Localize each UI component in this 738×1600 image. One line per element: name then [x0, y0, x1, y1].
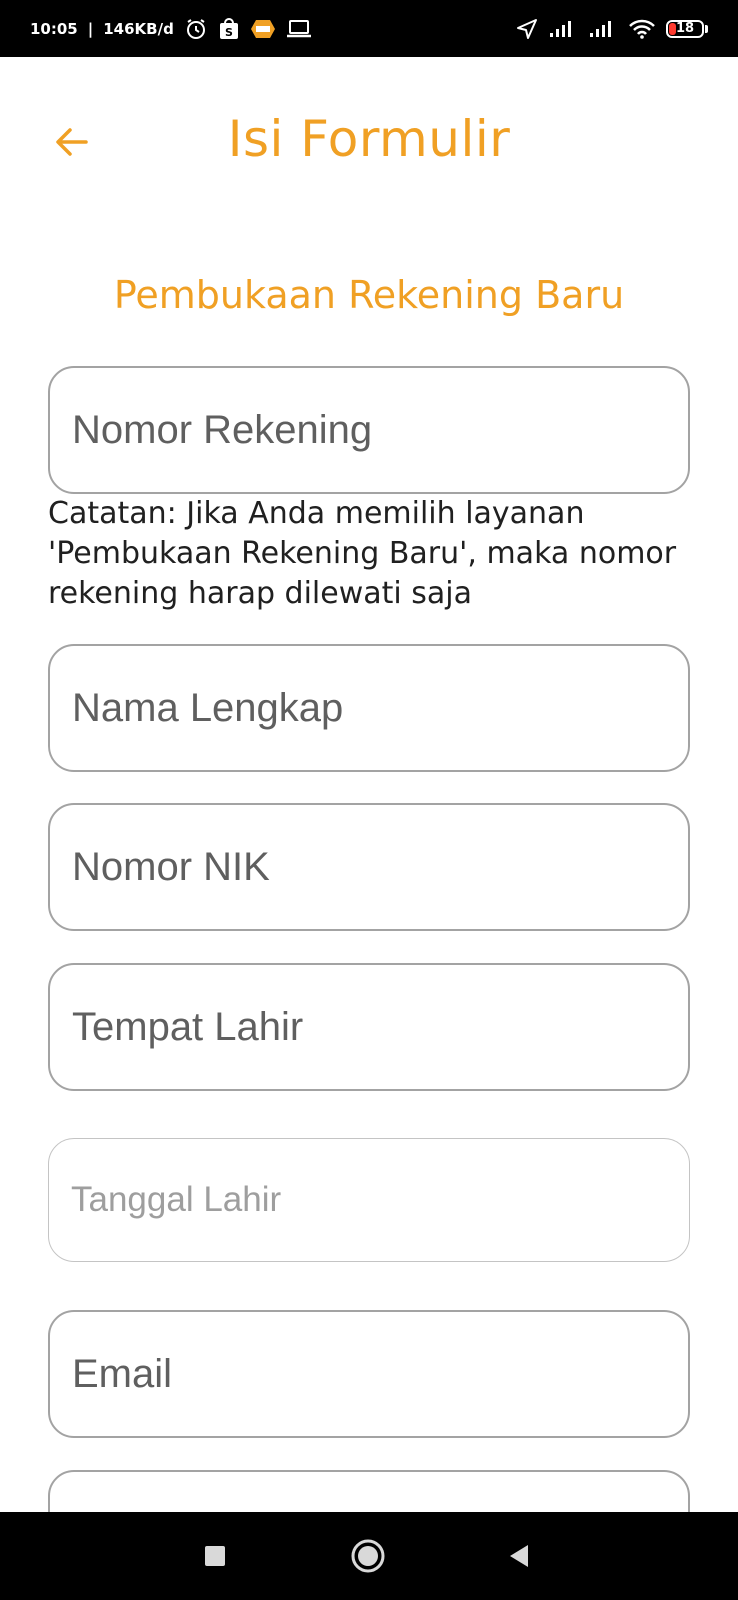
battery-icon: 18 [666, 19, 708, 39]
battery-fill [669, 22, 676, 35]
navigation-bar [0, 1512, 738, 1600]
recents-square-icon [205, 1546, 225, 1566]
full-name-label: Nama Lengkap [72, 685, 344, 730]
scroll-clip [0, 1460, 738, 1512]
home-button[interactable] [346, 1534, 390, 1578]
status-net-speed: 146KB/d [103, 19, 174, 38]
back-triangle-icon [510, 1545, 528, 1567]
status-left: 10:05 | 146KB/d S [30, 0, 312, 57]
next-field-partial[interactable] [48, 1470, 690, 1512]
sin-app-icon [250, 17, 276, 41]
shopee-icon: S [218, 17, 240, 41]
birth-date-field[interactable]: Tanggal Lahir [48, 1138, 690, 1262]
battery-body: 18 [666, 19, 704, 38]
status-right: 18 [516, 0, 708, 57]
battery-level: 18 [675, 21, 695, 36]
signal-icon [548, 19, 578, 39]
nik-label: Nomor NIK [72, 844, 270, 889]
page-title: Isi Formulir [227, 110, 511, 168]
location-arrow-icon [516, 18, 538, 40]
back-nav-button[interactable] [497, 1534, 541, 1578]
laptop-icon [286, 18, 312, 40]
account-number-note: Catatan: Jika Anda memilih layanan 'Pemb… [48, 496, 677, 611]
birth-place-field[interactable]: Tempat Lahir [48, 963, 690, 1091]
recents-button[interactable] [193, 1534, 237, 1578]
home-circle-icon [351, 1539, 385, 1573]
wifi-icon [628, 18, 656, 40]
battery-nub [705, 24, 708, 33]
status-separator: | [87, 19, 94, 38]
form-subtitle: Pembukaan Rekening Baru [113, 273, 625, 317]
email-field[interactable]: Email [48, 1310, 690, 1438]
svg-text:S: S [225, 26, 233, 39]
nik-field[interactable]: Nomor NIK [48, 803, 690, 931]
status-bar: 10:05 | 146KB/d S 18 [0, 0, 738, 57]
birth-date-label: Tanggal Lahir [71, 1180, 282, 1219]
account-number-field[interactable]: Nomor Rekening [48, 366, 690, 494]
full-name-field[interactable]: Nama Lengkap [48, 644, 690, 772]
signal-icon [588, 19, 618, 39]
alarm-icon [184, 17, 208, 41]
account-number-label: Nomor Rekening [72, 407, 373, 452]
status-time: 10:05 [30, 19, 78, 38]
email-label: Email [72, 1351, 173, 1396]
birth-place-label: Tempat Lahir [72, 1004, 304, 1049]
